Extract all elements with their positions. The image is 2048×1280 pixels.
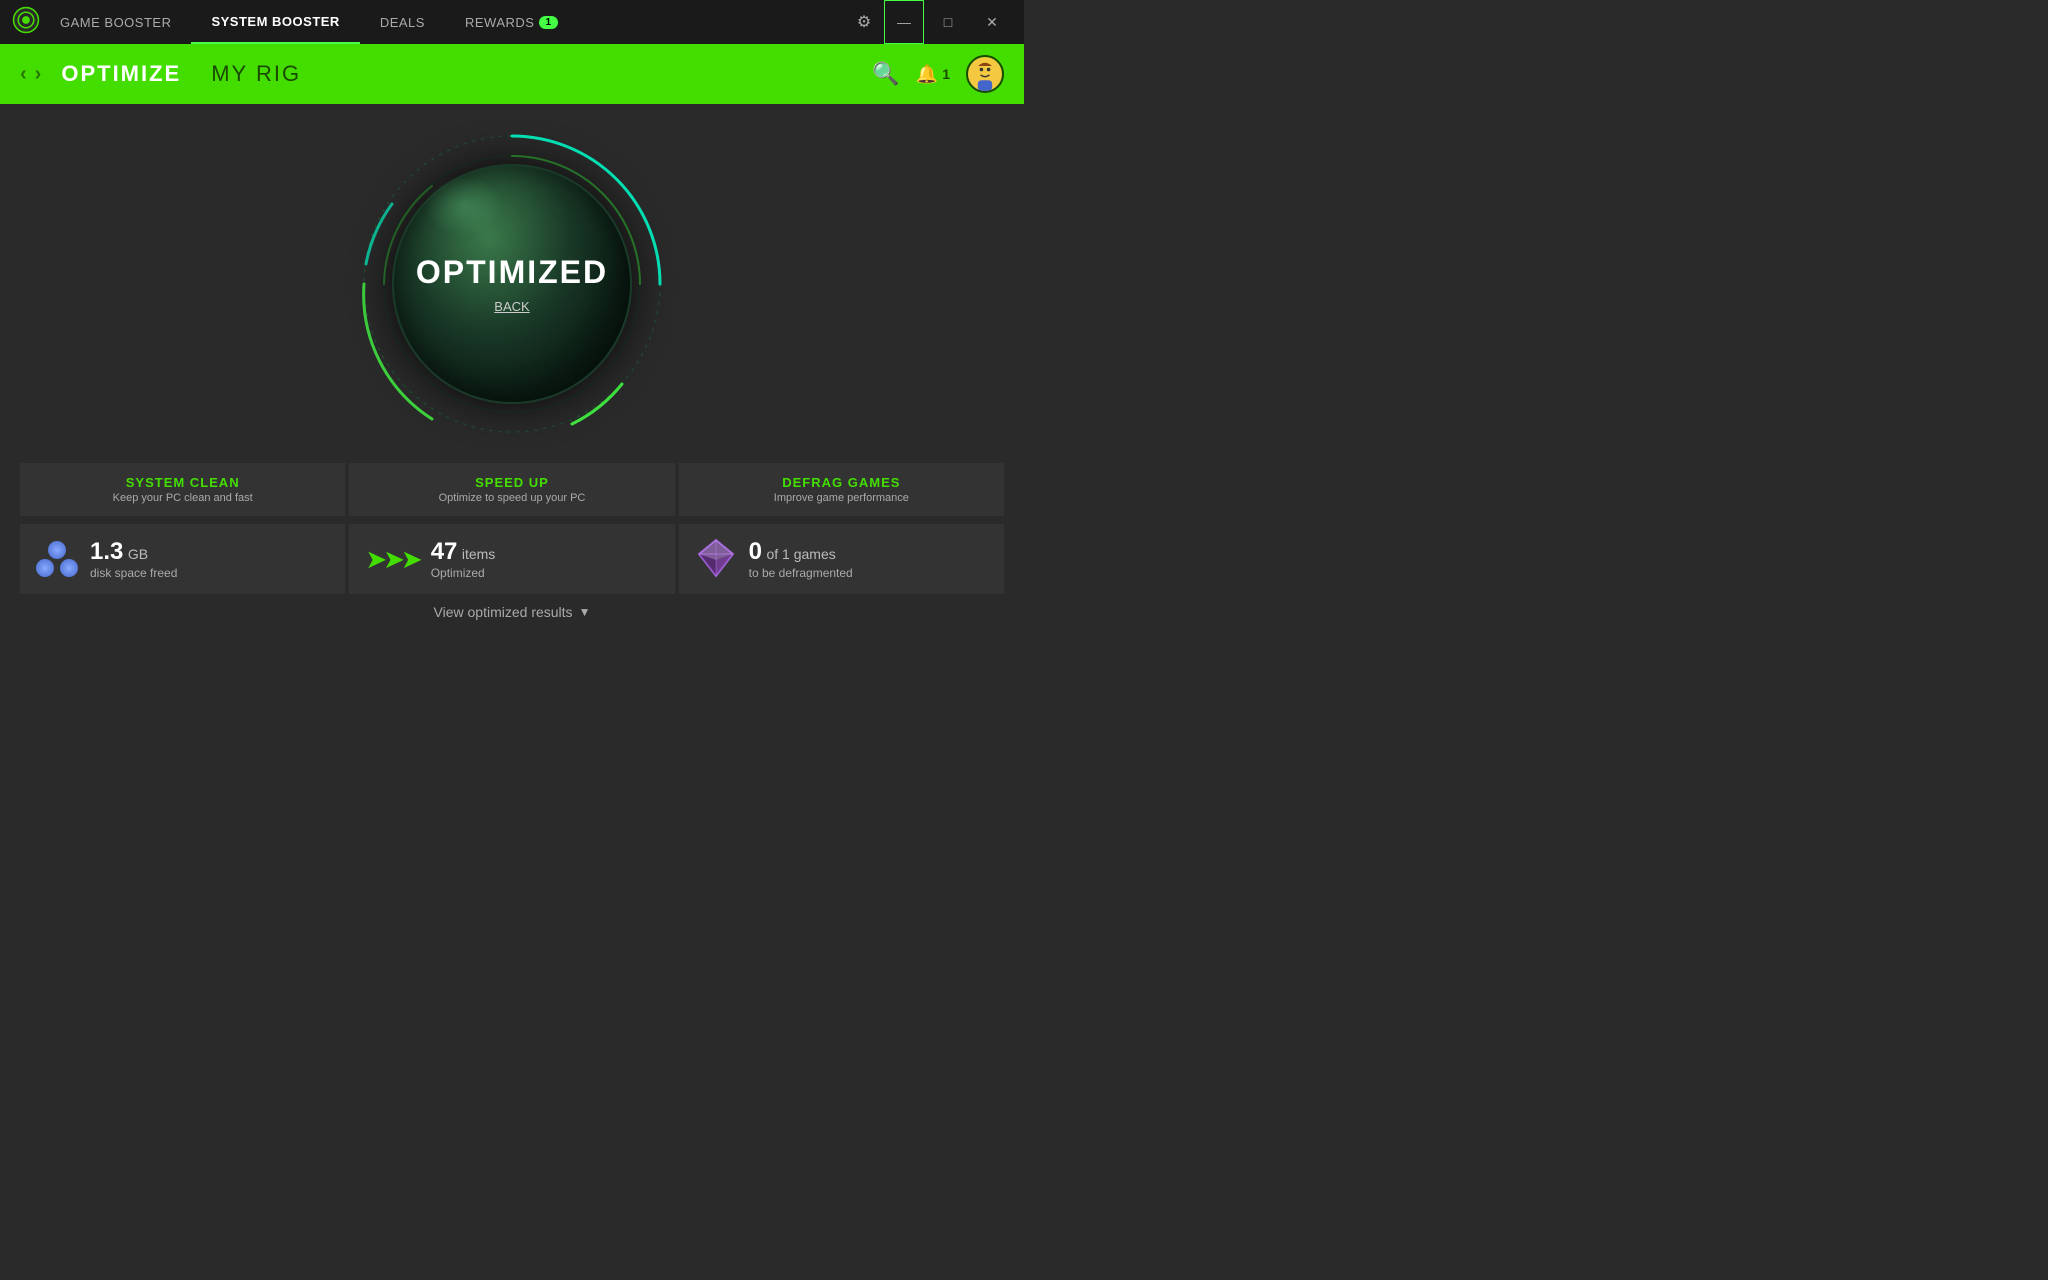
rewards-badge: 1 [539,16,557,29]
system-clean-header: SYSTEM CLEAN Keep your PC clean and fast [20,463,345,516]
defrag-title: DEFRAG GAMES [695,475,988,490]
nav-arrows: ‹ › [20,63,41,86]
tab-system-booster[interactable]: SYSTEM BOOSTER [191,0,359,44]
notification-count: 1 [942,66,950,82]
speed-up-detail: ➤➤➤ 47 items Optimized [349,524,674,594]
diamond-icon [695,538,737,580]
defrag-value: 0 [749,538,762,565]
sub-nav-my-rig[interactable]: MY RIG [211,61,301,87]
speed-up-subtitle: Optimize to speed up your PC [365,492,658,504]
back-button[interactable]: BACK [494,299,529,314]
view-results-button[interactable]: View optimized results ▼ [20,594,1004,630]
title-bar: GAME BOOSTER SYSTEM BOOSTER DEALS REWARD… [0,0,1024,44]
tab-game-booster[interactable]: GAME BOOSTER [40,0,191,44]
speed-up-value: 47 [431,538,458,565]
chevron-down-icon: ▼ [579,605,591,619]
optimized-circle[interactable]: OPTIMIZED BACK [392,164,632,404]
sub-nav-optimize[interactable]: OPTIMIZE [61,61,181,87]
speed-up-label: Optimized [431,566,496,580]
view-results-label: View optimized results [434,604,573,620]
app-logo[interactable] [12,6,40,39]
sub-header: ‹ › OPTIMIZE MY RIG 🔍 🔔 1 [0,44,1024,104]
system-clean-unit: GB [128,546,148,562]
settings-button[interactable]: ⚙ [844,0,884,44]
gear-icon: ⚙ [857,12,871,32]
header-right: 🔍 🔔 1 [872,55,1004,93]
stats-bar: SYSTEM CLEAN Keep your PC clean and fast… [0,463,1024,640]
minimize-button[interactable]: — [884,0,924,44]
optimized-label: OPTIMIZED [416,254,608,291]
forward-arrow-button[interactable]: › [35,63,42,86]
back-arrow-button[interactable]: ‹ [20,63,27,86]
close-button[interactable]: ✕ [972,0,1012,44]
window-controls: — □ ✕ [884,0,1012,44]
circle-container: OPTIMIZED BACK [352,104,672,463]
outer-ring: OPTIMIZED BACK [352,124,672,444]
defrag-label: to be defragmented [749,566,853,580]
defrag-stats: 0 of 1 games to be defragmented [749,538,853,580]
tab-rewards[interactable]: REWARDS 1 [445,0,578,44]
nav-tabs: GAME BOOSTER SYSTEM BOOSTER DEALS REWARD… [40,0,844,44]
defrag-unit: of 1 games [766,546,835,562]
system-clean-label: disk space freed [90,566,177,580]
defrag-detail: 0 of 1 games to be defragmented [679,524,1004,594]
system-clean-title: SYSTEM CLEAN [36,475,329,490]
speed-up-unit: items [462,546,495,562]
stat-details: 1.3 GB disk space freed ➤➤➤ 47 items Opt… [20,524,1004,594]
stat-card-headers: SYSTEM CLEAN Keep your PC clean and fast… [20,463,1004,516]
bell-icon: 🔔 [916,64,938,85]
maximize-icon: □ [944,14,952,30]
circles-icon [36,541,78,577]
speed-arrows-icon: ➤➤➤ [365,544,418,575]
user-avatar[interactable] [966,55,1004,93]
main-content: OPTIMIZED BACK SYSTEM CLEAN Keep your PC… [0,104,1024,640]
speed-up-stats: 47 items Optimized [431,538,496,580]
tab-deals[interactable]: DEALS [360,0,445,44]
system-clean-value: 1.3 [90,538,123,565]
maximize-button[interactable]: □ [928,0,968,44]
speed-up-header: SPEED UP Optimize to speed up your PC [349,463,674,516]
sub-nav: OPTIMIZE MY RIG [61,61,872,87]
minimize-icon: — [897,14,911,30]
system-clean-stats: 1.3 GB disk space freed [90,538,177,580]
defrag-subtitle: Improve game performance [695,492,988,504]
defrag-header: DEFRAG GAMES Improve game performance [679,463,1004,516]
speed-up-title: SPEED UP [365,475,658,490]
close-icon: ✕ [986,14,998,31]
search-button[interactable]: 🔍 [872,61,899,87]
notification-button[interactable]: 🔔 1 [916,64,950,85]
system-clean-subtitle: Keep your PC clean and fast [36,492,329,504]
system-clean-detail: 1.3 GB disk space freed [20,524,345,594]
